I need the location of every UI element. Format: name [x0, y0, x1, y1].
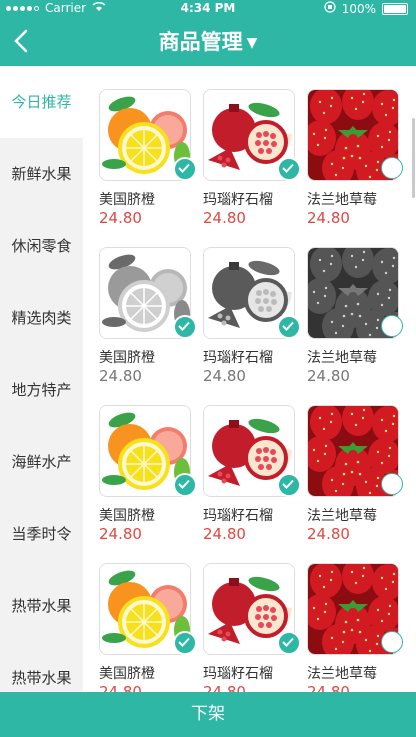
- sidebar-item-category[interactable]: 今日推荐: [0, 66, 83, 138]
- product-price: 24.80: [99, 209, 142, 227]
- lock-rotation-icon: [324, 1, 336, 16]
- product-price: 24.80: [99, 367, 142, 385]
- battery-percent: 100%: [341, 1, 376, 16]
- status-bar: Carrier 4:34 PM 100%: [0, 0, 416, 18]
- checked-circle-icon[interactable]: [277, 157, 301, 181]
- sidebar-item-category[interactable]: 热带水果: [0, 570, 83, 642]
- unchecked-circle-icon[interactable]: [381, 315, 403, 337]
- product-card[interactable]: 法兰地草莓 24.80: [307, 563, 403, 692]
- battery-icon: [382, 2, 408, 15]
- product-name: 玛瑙籽石榴: [203, 350, 273, 366]
- product-name: 美国脐橙: [99, 508, 155, 524]
- product-card[interactable]: 法兰地草莓 24.80: [307, 89, 403, 239]
- checked-circle-icon[interactable]: [173, 157, 197, 181]
- sidebar-item-category[interactable]: 新鲜水果: [0, 138, 83, 210]
- product-name: 玛瑙籽石榴: [203, 666, 273, 682]
- checked-circle-icon[interactable]: [277, 315, 301, 339]
- product-name: 美国脐橙: [99, 350, 155, 366]
- status-right: 100%: [324, 1, 408, 16]
- checked-circle-icon[interactable]: [173, 631, 197, 655]
- product-card[interactable]: 法兰地草莓 24.80: [307, 247, 403, 397]
- sidebar-item-category[interactable]: 当季时令: [0, 498, 83, 570]
- delist-button[interactable]: 下架: [0, 692, 416, 737]
- sidebar-item-category[interactable]: 海鲜水产: [0, 426, 83, 498]
- product-card[interactable]: 玛瑙籽石榴 24.80: [203, 405, 301, 555]
- checked-circle-icon[interactable]: [173, 473, 197, 497]
- product-price: 24.80: [307, 209, 350, 227]
- checked-circle-icon[interactable]: [277, 473, 301, 497]
- product-card[interactable]: 玛瑙籽石榴 24.80: [203, 89, 301, 239]
- unchecked-circle-icon[interactable]: [381, 631, 403, 653]
- product-price: 24.80: [203, 367, 246, 385]
- product-card[interactable]: 法兰地草莓 24.80: [307, 405, 403, 555]
- product-name: 法兰地草莓: [307, 192, 377, 208]
- page-title-dropdown[interactable]: 商品管理 ▼: [0, 26, 416, 56]
- product-name: 法兰地草莓: [307, 350, 377, 366]
- sidebar-item-category[interactable]: 休闲零食: [0, 210, 83, 282]
- product-card[interactable]: 美国脐橙 24.80: [99, 405, 197, 555]
- top-bar: Carrier 4:34 PM 100% 商品管理 ▼: [0, 0, 416, 66]
- product-card[interactable]: 玛瑙籽石榴 24.80: [203, 247, 301, 397]
- product-name: 美国脐橙: [99, 666, 155, 682]
- nav-bar: 商品管理 ▼: [0, 18, 416, 66]
- product-price: 24.80: [203, 209, 246, 227]
- sidebar-item-category[interactable]: 地方特产: [0, 354, 83, 426]
- product-name: 法兰地草莓: [307, 508, 377, 524]
- product-card[interactable]: 美国脐橙 24.80: [99, 89, 197, 239]
- product-card[interactable]: 玛瑙籽石榴 24.80: [203, 563, 301, 692]
- checked-circle-icon[interactable]: [277, 631, 301, 655]
- product-card[interactable]: 美国脐橙 24.80: [99, 563, 197, 692]
- product-price: 24.80: [99, 525, 142, 543]
- category-sidebar: 今日推荐 新鲜水果 休闲零食 精选肉类 地方特产 海鲜水产 当季时令 热带水果 热带水果: [0, 66, 83, 692]
- scrollbar[interactable]: [412, 118, 415, 198]
- product-name: 玛瑙籽石榴: [203, 508, 273, 524]
- checked-circle-icon[interactable]: [173, 315, 197, 339]
- product-price: 24.80: [307, 683, 350, 692]
- product-price: 24.80: [203, 683, 246, 692]
- sidebar-item-category[interactable]: 精选肉类: [0, 282, 83, 354]
- product-name: 玛瑙籽石榴: [203, 192, 273, 208]
- product-price: 24.80: [99, 683, 142, 692]
- product-price: 24.80: [307, 525, 350, 543]
- product-price: 24.80: [203, 525, 246, 543]
- product-name: 美国脐橙: [99, 192, 155, 208]
- product-card[interactable]: 美国脐橙 24.80: [99, 247, 197, 397]
- product-grid: 美国脐橙 24.80 玛瑙籽石榴 24.80 法兰地草莓 24.80 美国脐橙 …: [83, 66, 416, 692]
- product-name: 法兰地草莓: [307, 666, 377, 682]
- caret-down-icon: ▼: [246, 35, 258, 51]
- page-title: 商品管理: [158, 30, 243, 54]
- product-price: 24.80: [307, 367, 350, 385]
- unchecked-circle-icon[interactable]: [381, 157, 403, 179]
- unchecked-circle-icon[interactable]: [381, 473, 403, 495]
